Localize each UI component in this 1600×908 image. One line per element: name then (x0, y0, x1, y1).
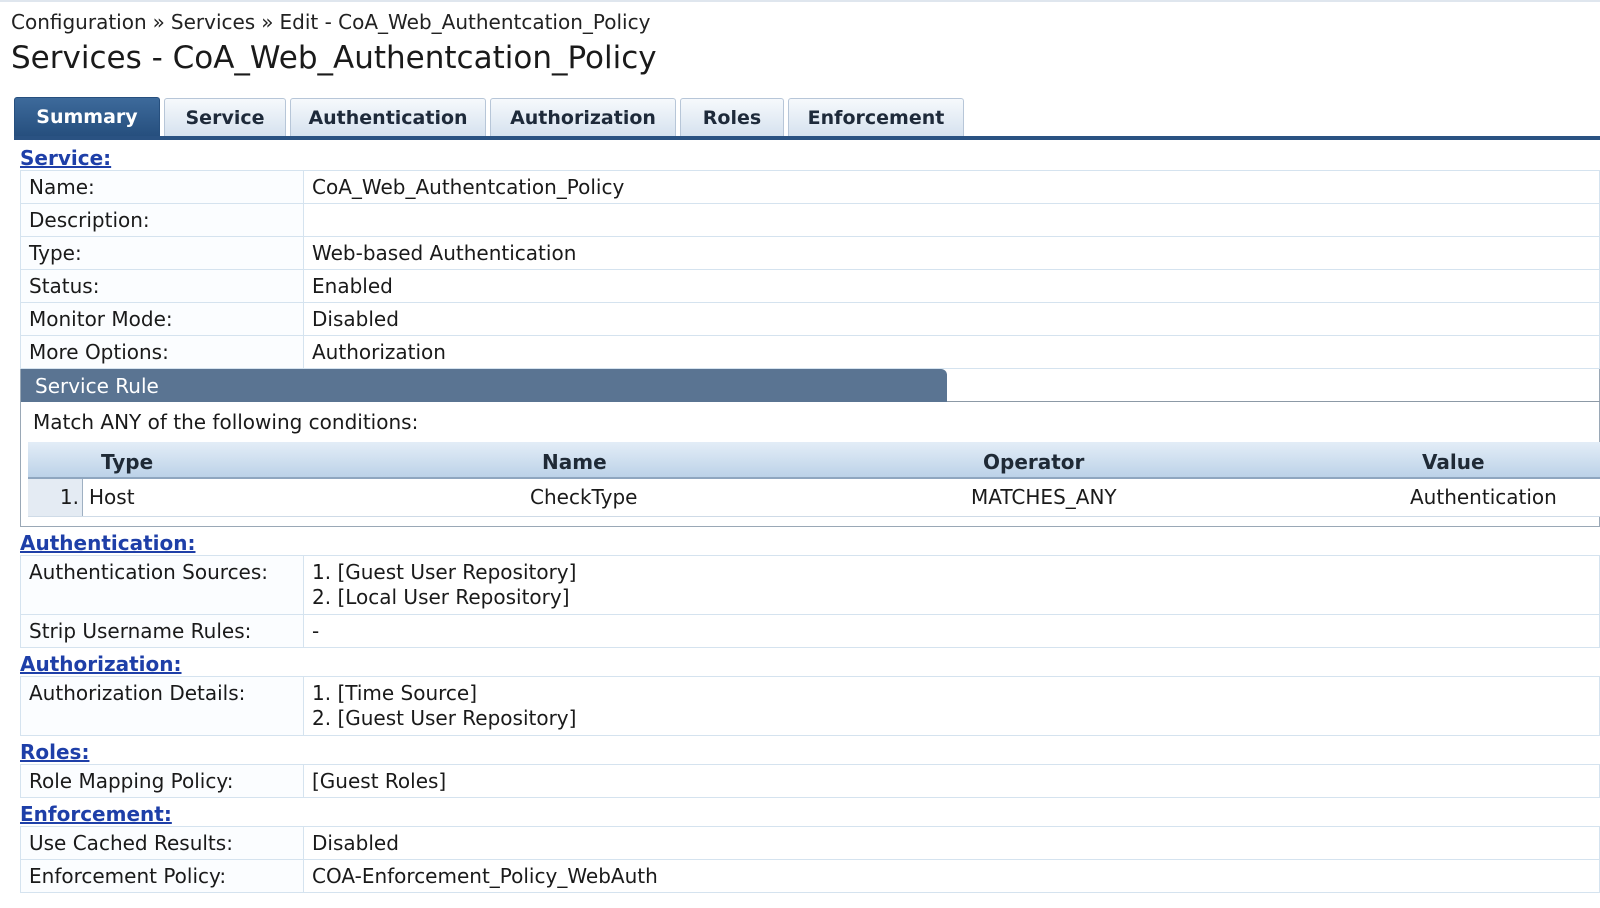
column-header-type: Type (101, 450, 154, 474)
row-value: Web-based Authentication (303, 236, 1600, 270)
authentication-section-link[interactable]: Authentication: (20, 527, 1600, 555)
row-value: Disabled (303, 302, 1600, 336)
tab-service[interactable]: Service (164, 98, 286, 136)
enforcement-table: Use Cached Results: Disabled Enforcement… (20, 826, 1600, 893)
service-row-monitor-mode: Monitor Mode: Disabled (20, 302, 1600, 336)
enforcement-section-link[interactable]: Enforcement: (20, 798, 1600, 826)
service-section-link[interactable]: Service: (20, 142, 1600, 170)
roles-table: Role Mapping Policy: [Guest Roles] (20, 764, 1600, 798)
rule-operator-cell: MATCHES_ANY (971, 485, 1117, 509)
service-rule-table: Type Name Operator Value 1. Host CheckTy… (28, 442, 1600, 517)
tab-enforcement[interactable]: Enforcement (788, 98, 964, 136)
service-row-description: Description: (20, 203, 1600, 237)
row-value: [Guest Roles] (303, 764, 1600, 798)
row-key: Strip Username Rules: (20, 614, 304, 648)
row-key: Description: (20, 203, 304, 237)
tab-authorization[interactable]: Authorization (490, 98, 676, 136)
column-header-name: Name (542, 450, 607, 474)
row-value: - (303, 614, 1600, 648)
service-rule-panel: Service Rule Match ANY of the following … (20, 369, 1600, 527)
table-row: 1. Host CheckType MATCHES_ANY Authentica… (28, 479, 1600, 517)
row-key: Enforcement Policy: (20, 859, 304, 893)
list-item: 2. [Guest User Repository] (312, 706, 577, 730)
roles-section-link[interactable]: Roles: (20, 736, 1600, 764)
authentication-sources-row: Authentication Sources: 1. [Guest User R… (20, 555, 1600, 615)
row-key: Status: (20, 269, 304, 303)
breadcrumb-current: Edit - CoA_Web_Authentcation_Policy (279, 10, 651, 34)
breadcrumb-separator: » (261, 10, 274, 34)
authorization-table: Authorization Details: 1. [Time Source] … (20, 676, 1600, 736)
authorization-details-row: Authorization Details: 1. [Time Source] … (20, 676, 1600, 736)
row-key: More Options: (20, 335, 304, 369)
row-key: Role Mapping Policy: (20, 764, 304, 798)
row-key: Authentication Sources: (20, 555, 304, 615)
breadcrumb: Configuration» Services» Edit - CoA_Web_Au… (11, 10, 650, 34)
column-header-operator: Operator (983, 450, 1085, 474)
tab-bar-underline (14, 136, 1600, 140)
authorization-details-value: 1. [Time Source] 2. [Guest User Reposito… (303, 676, 1600, 736)
rule-type-cell: Host (89, 485, 135, 509)
summary-content: Service: Name: CoA_Web_Authentcation_Poli… (20, 142, 1600, 893)
row-key: Monitor Mode: (20, 302, 304, 336)
breadcrumb-services[interactable]: Services (171, 10, 255, 34)
use-cached-results-row: Use Cached Results: Disabled (20, 826, 1600, 860)
row-value: Enabled (303, 269, 1600, 303)
row-key: Use Cached Results: (20, 826, 304, 860)
enforcement-policy-row: Enforcement Policy: COA-Enforcement_Poli… (20, 859, 1600, 893)
authentication-table: Authentication Sources: 1. [Guest User R… (20, 555, 1600, 648)
page-title: Services - CoA_Web_Authentcation_Policy (11, 40, 657, 76)
row-number: 1. (28, 479, 83, 516)
row-key: Authorization Details: (20, 676, 304, 736)
row-value: Disabled (303, 826, 1600, 860)
service-rule-header: Service Rule (21, 369, 947, 402)
tab-bar: Summary Service Authentication Authoriza… (14, 97, 968, 138)
row-value: CoA_Web_Authentcation_Policy (303, 170, 1600, 204)
authorization-section-link[interactable]: Authorization: (20, 648, 1600, 676)
match-condition-text: Match ANY of the following conditions: (33, 410, 419, 434)
column-header-value: Value (1422, 450, 1485, 474)
tab-roles[interactable]: Roles (680, 98, 784, 136)
row-value (303, 203, 1600, 237)
rule-name-cell: CheckType (530, 485, 638, 509)
breadcrumb-configuration[interactable]: Configuration (11, 10, 147, 34)
authentication-sources-value: 1. [Guest User Repository] 2. [Local Use… (303, 555, 1600, 615)
service-row-more-options: More Options: Authorization (20, 335, 1600, 369)
row-key: Name: (20, 170, 304, 204)
service-row-type: Type: Web-based Authentication (20, 236, 1600, 270)
tab-authentication[interactable]: Authentication (290, 98, 486, 136)
row-value: Authorization (303, 335, 1600, 369)
list-item: 1. [Time Source] (312, 681, 478, 705)
list-item: 1. [Guest User Repository] (312, 560, 577, 584)
tab-summary[interactable]: Summary (14, 97, 160, 136)
breadcrumb-separator: » (152, 10, 165, 34)
row-key: Type: (20, 236, 304, 270)
service-rule-header-row: Type Name Operator Value (28, 442, 1600, 479)
role-mapping-row: Role Mapping Policy: [Guest Roles] (20, 764, 1600, 798)
service-row-status: Status: Enabled (20, 269, 1600, 303)
list-item: 2. [Local User Repository] (312, 585, 570, 609)
row-value: COA-Enforcement_Policy_WebAuth (303, 859, 1600, 893)
top-border (0, 0, 1600, 2)
strip-username-row: Strip Username Rules: - (20, 614, 1600, 648)
service-table: Name: CoA_Web_Authentcation_Policy Descri… (20, 170, 1600, 369)
rule-value-cell: Authentication (1410, 485, 1557, 509)
service-row-name: Name: CoA_Web_Authentcation_Policy (20, 170, 1600, 204)
